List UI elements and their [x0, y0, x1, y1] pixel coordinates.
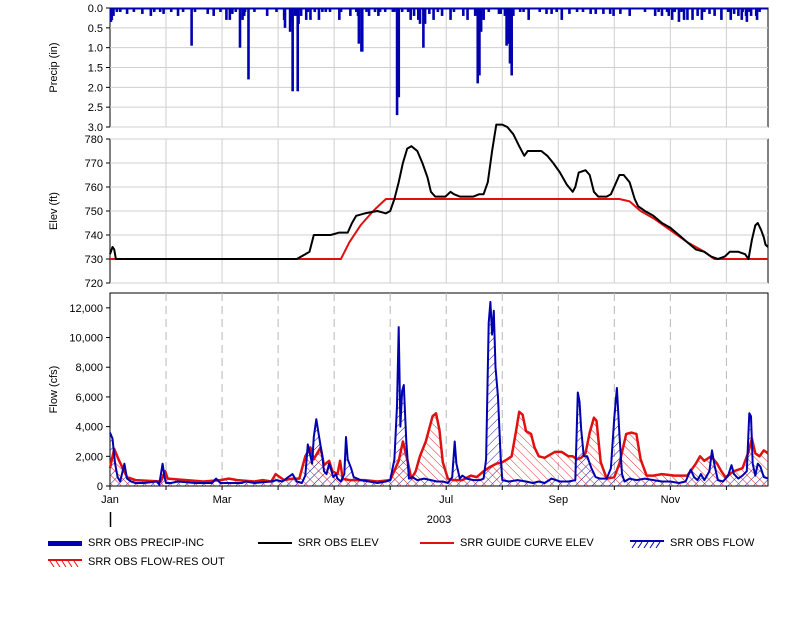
legend-item-guide: SRR GUIDE CURVE ELEV: [420, 535, 594, 551]
legend-item-elev: SRR OBS ELEV: [258, 535, 379, 551]
y-tick-label-elev: 750: [85, 206, 103, 218]
precip-bar: [397, 8, 401, 98]
precip-bar: [228, 8, 232, 20]
precip-bar: [560, 8, 564, 20]
precip-bar: [190, 8, 193, 46]
y-tick-label-elev: 760: [85, 182, 103, 194]
legend-label-elev: SRR OBS ELEV: [298, 537, 379, 549]
precip-bar: [691, 8, 694, 20]
y-tick-label-precip: 2.0: [88, 82, 103, 94]
precip-bar: [291, 8, 294, 92]
precip-bar: [527, 8, 530, 20]
precip-bar: [700, 8, 704, 20]
legend-swatch-precip: [48, 541, 82, 546]
y-tick-label-elev: 770: [85, 158, 103, 170]
precip-bar: [297, 8, 300, 24]
precip-bar: [677, 8, 681, 22]
legend-item-resout: SRR OBS FLOW-RES OUT: [48, 554, 225, 570]
precip-bar: [247, 8, 250, 80]
y-tick-label-elev: 720: [85, 278, 103, 290]
y-tick-label-flow: 6,000: [75, 392, 103, 404]
legend: SRR OBS PRECIP-INC SRR OBS ELEV SRR GUID…: [0, 533, 800, 573]
legend-swatch-elev: [258, 542, 292, 544]
y-tick-label-precip: 1.0: [88, 43, 103, 55]
precip-bar: [466, 8, 469, 20]
y-tick-label-flow: 0: [97, 481, 103, 493]
y-axis-label-flow: Flow (cfs): [48, 366, 60, 414]
y-tick-label-flow: 12,000: [69, 303, 103, 315]
precip-bar: [283, 8, 287, 28]
y-tick-label-precip: 0.0: [88, 3, 103, 15]
precip-bar: [360, 8, 364, 52]
x-tick-label: Sep: [549, 494, 569, 506]
precip-bar: [755, 8, 759, 20]
y-tick-label-precip: 2.5: [88, 102, 103, 114]
legend-swatch-guide: [420, 542, 454, 544]
precip-bar: [686, 8, 689, 20]
precip-bar: [418, 8, 422, 24]
precip-bar: [357, 8, 361, 44]
precip-bar: [309, 8, 312, 20]
y-tick-label-elev: 730: [85, 254, 103, 266]
precip-bar: [238, 8, 242, 48]
legend-label-resout: SRR OBS FLOW-RES OUT: [88, 556, 225, 568]
precip-bar: [479, 8, 483, 32]
precip-bar: [432, 8, 435, 20]
precip-bar: [682, 8, 686, 20]
x-axis-year-label: 2003: [427, 514, 451, 526]
precip-bar: [423, 8, 427, 24]
precip-bar: [670, 8, 674, 20]
precip-bar: [409, 8, 412, 20]
y-tick-label-elev: 740: [85, 230, 103, 242]
x-tick-label: Mar: [213, 494, 232, 506]
legend-swatch-flow: [630, 539, 664, 548]
y-tick-label-flow: 10,000: [69, 333, 103, 345]
precip-bar: [449, 8, 452, 20]
y-tick-label-flow: 2,000: [75, 451, 103, 463]
x-tick-label: Jan: [101, 494, 119, 506]
y-tick-label-precip: 0.5: [88, 23, 103, 35]
y-axis-label-elev: Elev (ft): [48, 192, 60, 230]
x-tick-label: Jul: [439, 494, 453, 506]
y-tick-label-flow: 4,000: [75, 422, 103, 434]
precip-bar: [482, 8, 485, 20]
legend-swatch-resout: [48, 558, 82, 567]
y-tick-label-precip: 3.0: [88, 122, 103, 134]
y-tick-label-flow: 8,000: [75, 362, 103, 374]
legend-label-precip: SRR OBS PRECIP-INC: [88, 537, 205, 549]
y-axis-label-precip: Precip (in): [48, 42, 60, 92]
precip-bar: [225, 8, 228, 20]
x-tick-label: May: [324, 494, 345, 506]
precip-bar: [720, 8, 723, 20]
x-tick-label: Nov: [661, 494, 681, 506]
precip-bar: [729, 8, 733, 20]
y-tick-label-elev: 780: [85, 134, 103, 146]
legend-label-flow: SRR OBS FLOW: [670, 537, 755, 549]
legend-label-guide: SRR GUIDE CURVE ELEV: [460, 537, 594, 549]
precip-bar: [317, 8, 321, 20]
precip-bar: [745, 8, 749, 22]
legend-item-flow: SRR OBS FLOW: [630, 535, 754, 551]
legend-item-precip: SRR OBS PRECIP-INC: [48, 535, 204, 551]
precip-bar: [510, 8, 513, 76]
y-tick-label-precip: 1.5: [88, 63, 103, 75]
